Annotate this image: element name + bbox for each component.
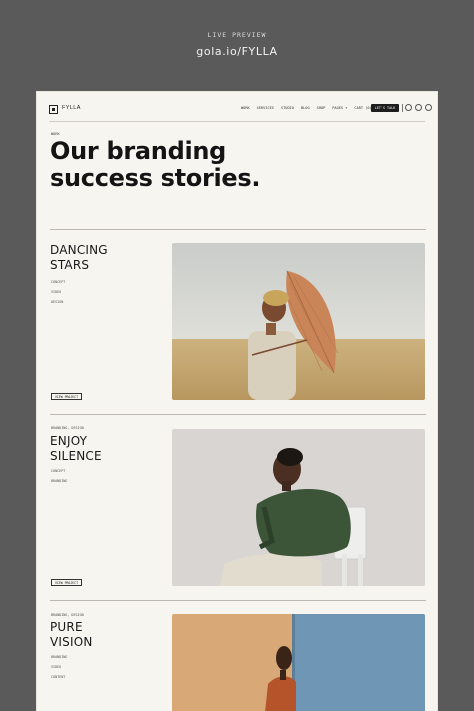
social-icon[interactable] <box>425 104 432 111</box>
nav-divider <box>402 104 403 112</box>
project-title-line: VISION <box>50 635 93 649</box>
project-tags: BRANDING, DESIGN <box>51 613 84 617</box>
nav-link-cart[interactable]: CART (0) <box>354 106 371 110</box>
view-project-button[interactable]: VIEW PROJECT <box>51 579 82 586</box>
logo-icon[interactable] <box>49 105 58 114</box>
breadcrumb[interactable]: WORK <box>51 132 60 136</box>
nav-link-blog[interactable]: BLOG <box>301 106 310 110</box>
social-icon[interactable] <box>415 104 422 111</box>
nav-link-services[interactable]: SERVICES <box>257 106 274 110</box>
man-on-chair-photo <box>172 429 425 586</box>
section-divider <box>50 600 426 601</box>
logo-text[interactable]: FYLLA <box>62 105 81 111</box>
project-meta: CONCEPT VIDEO DESIGN <box>51 277 65 307</box>
meta-item: CONCEPT <box>51 469 66 473</box>
page-title-line: Our branding <box>50 137 227 165</box>
live-preview-label: LIVE PREVIEW <box>207 31 267 39</box>
nav-link-pages[interactable]: PAGES ▾ <box>332 106 347 110</box>
portrait-blue-panel-photo <box>172 614 425 711</box>
preview-header: LIVE PREVIEW gola.io/FYLLA <box>0 0 474 92</box>
meta-item: BRANDING <box>51 479 68 483</box>
nav-link-shop[interactable]: SHOP <box>317 106 326 110</box>
project-meta: CONCEPT BRANDING <box>51 466 67 486</box>
project-meta: BRANDING VIDEO CONTENT <box>51 652 67 682</box>
project-image[interactable] <box>172 429 425 586</box>
view-project-button[interactable]: VIEW PROJECT <box>51 393 82 400</box>
meta-item: CONCEPT <box>51 280 66 284</box>
top-navigation: FYLLA WORK SERVICES STUDIO BLOG SHOP PAG… <box>49 104 432 116</box>
project-title-line: PURE <box>50 620 83 634</box>
social-icon[interactable] <box>405 104 412 111</box>
meta-item: VIDEO <box>51 290 62 294</box>
page-title: Our branding success stories. <box>50 138 350 192</box>
project-title[interactable]: DANCING STARS <box>50 243 108 273</box>
project-title-line: SILENCE <box>50 449 102 463</box>
page-title-line: success stories. <box>50 164 261 192</box>
nav-divider-line <box>49 121 425 122</box>
project-image[interactable] <box>172 614 425 711</box>
woman-umbrella-photo <box>172 243 425 400</box>
project-title[interactable]: PURE VISION <box>50 620 93 650</box>
meta-item: VIDEO <box>51 665 62 669</box>
project-title-line: ENJOY <box>50 434 88 448</box>
project-image[interactable] <box>172 243 425 400</box>
project-title[interactable]: ENJOY SILENCE <box>50 434 102 464</box>
meta-item: BRANDING <box>51 655 68 659</box>
project-title-line: DANCING <box>50 243 108 257</box>
meta-item: DESIGN <box>51 300 64 304</box>
nav-link-studio[interactable]: STUDIO <box>281 106 294 110</box>
preview-url[interactable]: gola.io/FYLLA <box>0 45 474 58</box>
project-tags: BRANDING, DESIGN <box>51 426 84 430</box>
nav-links: WORK SERVICES STUDIO BLOG SHOP PAGES ▾ C… <box>241 106 372 110</box>
section-divider <box>50 414 426 415</box>
nav-link-work[interactable]: WORK <box>241 106 250 110</box>
section-divider <box>50 229 426 230</box>
social-icons <box>405 104 432 111</box>
project-title-line: STARS <box>50 258 90 272</box>
meta-item: CONTENT <box>51 675 66 679</box>
lets-talk-button[interactable]: LET'S TALK <box>371 104 399 112</box>
website-preview-frame: FYLLA WORK SERVICES STUDIO BLOG SHOP PAG… <box>36 91 438 711</box>
